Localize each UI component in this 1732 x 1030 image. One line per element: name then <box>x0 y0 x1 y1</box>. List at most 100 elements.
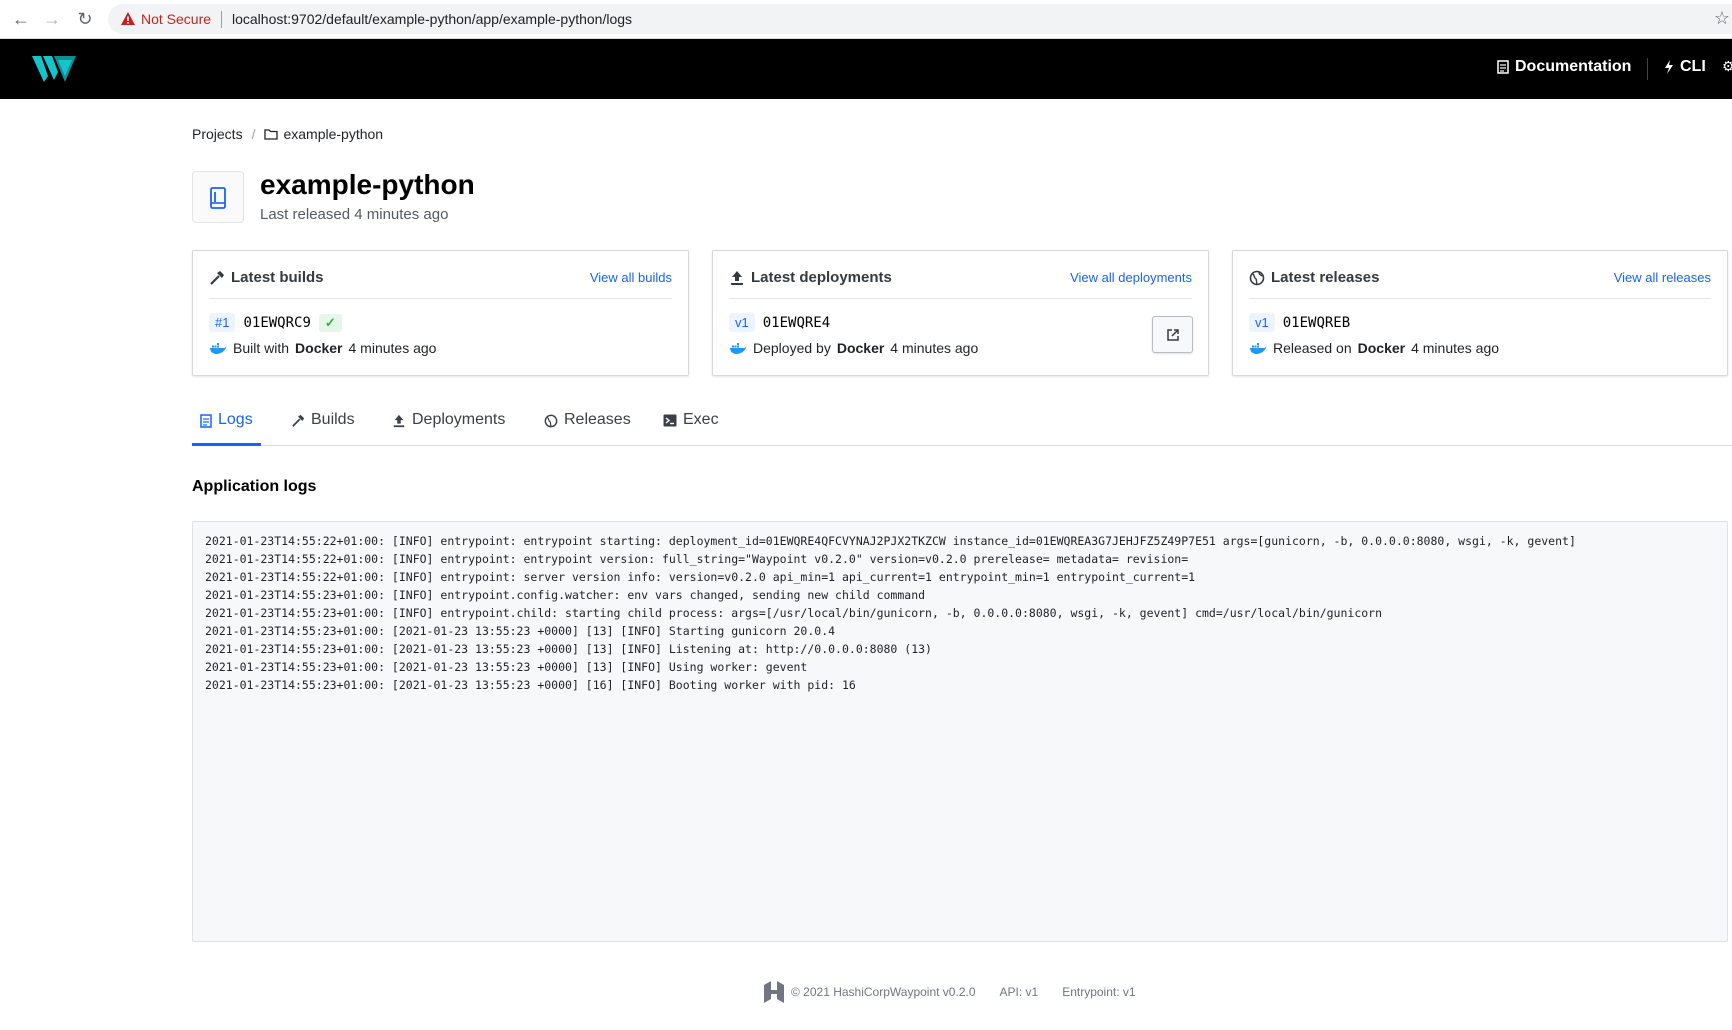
page-subtitle: Last released 4 minutes ago <box>260 206 449 223</box>
log-line: 2021-01-23T14:55:23+01:00: [2021-01-23 1… <box>205 678 856 692</box>
page-title: example-python <box>260 169 475 200</box>
footer-copyright: © 2021 HashiCorpWaypoint v0.2.0 <box>791 985 976 999</box>
detail-time: 4 minutes ago <box>348 340 437 356</box>
documentation-link[interactable]: Documentation <box>1497 58 1631 76</box>
view-all-deployments-link[interactable]: View all deployments <box>1070 270 1192 285</box>
log-line: 2021-01-23T14:55:23+01:00: [INFO] entryp… <box>205 606 1383 620</box>
breadcrumb-project-label: example-python <box>283 126 384 142</box>
address-bar[interactable]: Not Secure localhost:9702/default/exampl… <box>108 4 1732 34</box>
log-line: 2021-01-23T14:55:23+01:00: [2021-01-23 1… <box>205 642 932 656</box>
view-all-releases-link[interactable]: View all releases <box>1614 270 1711 285</box>
build-number-badge: #1 <box>209 313 236 332</box>
tab-label: Builds <box>311 411 355 428</box>
tab-label: Exec <box>683 411 719 428</box>
documentation-label: Documentation <box>1515 58 1632 75</box>
footer-api-version: API: v1 <box>999 985 1039 999</box>
app-icon <box>192 171 244 223</box>
log-line: 2021-01-23T14:55:22+01:00: [INFO] entryp… <box>205 570 1196 584</box>
app-header: Documentation CLI ⚙ <box>0 39 1732 99</box>
release-id: 01EWQREB <box>1282 314 1351 331</box>
detail-time: 4 minutes ago <box>1411 340 1500 356</box>
forward-arrow-icon[interactable]: → <box>41 8 63 30</box>
globe-icon <box>1249 270 1265 285</box>
terminal-icon <box>663 414 677 427</box>
detail-prefix: Released on <box>1273 340 1352 356</box>
log-line: 2021-01-23T14:55:22+01:00: [INFO] entryp… <box>205 552 1189 566</box>
build-row[interactable]: #1 01EWQRC9 ✓ <box>209 313 342 332</box>
globe-icon <box>544 414 558 428</box>
hammer-icon <box>292 414 305 427</box>
browser-toolbar: ← → ↻ Not Secure localhost:9702/default/… <box>0 0 1732 39</box>
url-text[interactable]: localhost:9702/default/example-python/ap… <box>232 11 632 27</box>
tab-label: Deployments <box>412 411 506 428</box>
log-line: 2021-01-23T14:55:23+01:00: [2021-01-23 1… <box>205 660 808 674</box>
lightning-icon <box>1665 60 1673 74</box>
log-line: 2021-01-23T14:55:23+01:00: [INFO] entryp… <box>205 588 926 602</box>
security-status[interactable]: Not Secure <box>141 11 211 27</box>
open-deployment-button[interactable] <box>1152 316 1193 353</box>
detail-tool: Docker <box>1357 340 1406 356</box>
card-header: Latest builds View all builds <box>209 269 672 299</box>
log-output[interactable]: 2021-01-23T14:55:22+01:00: [INFO] entryp… <box>192 521 1728 942</box>
card-header: Latest deployments View all deployments <box>729 269 1192 299</box>
back-arrow-icon[interactable]: ← <box>10 8 32 30</box>
detail-prefix: Deployed by <box>753 340 831 356</box>
release-version-badge: v1 <box>1249 313 1275 332</box>
upload-icon <box>393 414 405 428</box>
latest-deployments-title: Latest deployments <box>751 269 892 286</box>
latest-builds-title: Latest builds <box>231 269 324 286</box>
bookmark-star-icon[interactable]: ☆ <box>1714 8 1730 29</box>
waypoint-logo-icon[interactable] <box>32 54 76 84</box>
hashicorp-logo-icon <box>764 981 784 1003</box>
build-detail: Built with Docker 4 minutes ago <box>209 340 436 356</box>
hammer-icon <box>210 270 224 285</box>
external-link-icon <box>1167 329 1179 341</box>
settings-icon[interactable]: ⚙ <box>1722 58 1732 75</box>
card-title: Latest builds <box>209 269 324 286</box>
log-line: 2021-01-23T14:55:23+01:00: [2021-01-23 1… <box>205 624 836 638</box>
log-line: 2021-01-23T14:55:22+01:00: [INFO] entryp… <box>205 534 1576 548</box>
deployment-row[interactable]: v1 01EWQRE4 <box>729 313 830 332</box>
tab-deployments[interactable]: Deployments <box>392 411 505 446</box>
view-all-builds-link[interactable]: View all builds <box>590 270 672 285</box>
tab-exec[interactable]: Exec <box>663 411 719 446</box>
footer: © 2021 HashiCorpWaypoint v0.2.0 API: v1 … <box>763 980 1136 1004</box>
breadcrumb-projects[interactable]: Projects <box>192 126 243 142</box>
warning-icon <box>121 12 135 25</box>
tab-builds[interactable]: Builds <box>291 411 355 446</box>
logs-icon <box>200 414 212 428</box>
document-icon <box>1497 60 1509 74</box>
deployment-id: 01EWQRE4 <box>762 314 831 331</box>
header-divider <box>1647 58 1648 80</box>
application-icon <box>210 187 226 209</box>
reload-icon[interactable]: ↻ <box>74 8 96 30</box>
tab-releases[interactable]: Releases <box>544 411 631 446</box>
breadcrumb: Projects / example-python <box>192 126 383 142</box>
card-title: Latest deployments <box>729 269 892 286</box>
tab-label: Releases <box>564 411 631 428</box>
release-row[interactable]: v1 01EWQREB <box>1249 313 1350 332</box>
docker-icon <box>210 342 227 354</box>
deployment-detail: Deployed by Docker 4 minutes ago <box>729 340 978 356</box>
docker-icon <box>1250 342 1267 354</box>
release-detail: Released on Docker 4 minutes ago <box>1249 340 1499 356</box>
breadcrumb-separator: / <box>251 126 256 142</box>
app-tabs: Logs Builds Deployments Releases Exec <box>192 408 1732 446</box>
upload-icon <box>731 270 743 285</box>
cli-link[interactable]: CLI <box>1664 58 1706 76</box>
deployment-version-badge: v1 <box>729 313 755 332</box>
latest-builds-card: Latest builds View all builds #1 01EWQRC… <box>192 250 689 376</box>
detail-prefix: Built with <box>233 340 290 356</box>
card-header: Latest releases View all releases <box>1249 269 1711 299</box>
docker-icon <box>730 342 747 354</box>
detail-tool: Docker <box>295 340 343 356</box>
success-check-icon: ✓ <box>318 313 342 332</box>
footer-entrypoint-version: Entrypoint: v1 <box>1062 985 1136 999</box>
cli-label: CLI <box>1680 58 1706 75</box>
breadcrumb-project[interactable]: example-python <box>264 126 383 142</box>
latest-deployments-card: Latest deployments View all deployments … <box>712 250 1209 376</box>
card-title: Latest releases <box>1249 269 1379 286</box>
tab-logs[interactable]: Logs <box>192 411 261 446</box>
detail-tool: Docker <box>836 340 885 356</box>
latest-releases-card: Latest releases View all releases v1 01E… <box>1232 250 1728 376</box>
